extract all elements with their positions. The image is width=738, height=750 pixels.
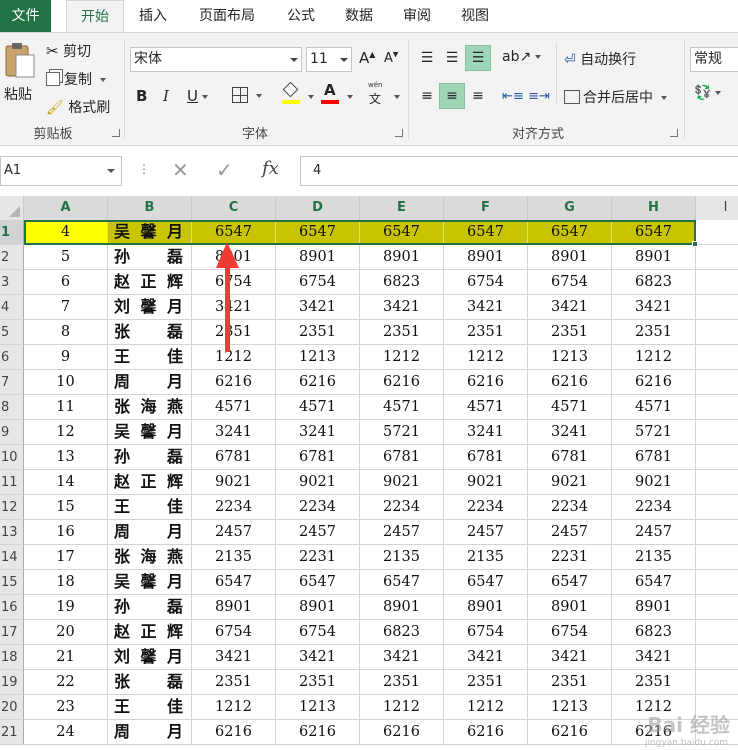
baidu-watermark-url: jingyan.baidu.com: [644, 738, 728, 748]
decrease-font-button[interactable]: A▼: [384, 51, 398, 66]
align-center-button[interactable]: ≡: [439, 83, 465, 109]
decrease-font-icon: A▼: [384, 51, 399, 67]
format-painter-label: 格式刷: [68, 100, 111, 116]
name-box[interactable]: A1: [0, 156, 122, 186]
alignment-launcher[interactable]: [670, 129, 678, 137]
font-color-swatch: [321, 100, 339, 104]
merge-center-button[interactable]: 合并后居中: [564, 87, 667, 107]
paint-bucket-icon: [282, 81, 300, 105]
decrease-indent-button[interactable]: ⇤≡: [500, 83, 526, 109]
paintbrush-icon: 🖌: [46, 100, 64, 116]
group-divider: [124, 39, 125, 139]
font-name-value: 宋体: [134, 51, 162, 67]
tab-home[interactable]: 开始: [66, 0, 124, 33]
ribbon-tab-bar: 文件 开始 插入 页面布局 公式 数据 审阅 视图: [0, 0, 738, 33]
wrap-text-label: 自动换行: [580, 52, 637, 68]
wrap-text-icon: ⏎: [564, 52, 576, 68]
ribbon: 粘贴 ✂ 剪切 复制 🖌 格式刷 剪贴板 宋体 11 A▲ A▼ B I U A: [0, 32, 738, 146]
chevron-down-icon[interactable]: [284, 48, 301, 71]
italic-button[interactable]: I: [163, 87, 169, 105]
scissors-icon: ✂: [46, 42, 59, 60]
paste-icon: [5, 43, 35, 78]
phonetic-button[interactable]: wén 文: [368, 81, 400, 106]
clipboard-launcher[interactable]: [112, 129, 120, 137]
chevron-down-icon[interactable]: [107, 169, 115, 173]
align-center-icon: ≡: [446, 88, 458, 104]
worksheet-grid: ABCDEFGHI 1 4 吴馨月 6547 6547 6547 6547 6547 6547 2…: [0, 196, 738, 750]
font-size-combo[interactable]: 11: [306, 47, 352, 72]
paste-button[interactable]: 粘贴: [2, 39, 38, 111]
arrow-to-selected-row: [216, 242, 239, 352]
baidu-watermark: Bai 经验: [647, 713, 730, 737]
orientation-icon: ab↗: [502, 49, 532, 65]
align-top-button[interactable]: ☰: [414, 45, 440, 71]
align-middle-icon: ☰: [445, 50, 459, 66]
cut-button[interactable]: ✂ 剪切: [46, 41, 91, 61]
insert-function-icon[interactable]: fx: [262, 158, 279, 179]
phonetic-icon: wén 文: [368, 81, 383, 106]
more-dots-icon: ⋮: [138, 162, 150, 176]
align-right-button[interactable]: ≡: [465, 83, 491, 109]
font-group-title: 字体: [241, 127, 268, 142]
merge-cells-icon: [564, 90, 580, 104]
wrap-text-button[interactable]: ⏎ 自动换行: [564, 49, 636, 69]
copy-icon: [46, 72, 60, 86]
formula-bar: A1 ⋮ ✕ ✓ fx 4: [0, 146, 738, 196]
copy-button[interactable]: 复制: [46, 69, 106, 89]
cut-label: 剪切: [63, 44, 92, 60]
chevron-down-icon[interactable]: [334, 48, 351, 71]
number-format-value: 常规: [694, 51, 722, 67]
borders-button[interactable]: [232, 87, 262, 104]
borders-icon: [232, 87, 248, 103]
tab-file[interactable]: 文件: [0, 0, 51, 32]
enter-icon[interactable]: ✓: [216, 158, 233, 182]
align-bottom-button[interactable]: ☰: [465, 45, 491, 71]
alignment-group-title: 对齐方式: [511, 127, 564, 142]
group-divider: [408, 39, 409, 139]
group-divider: [684, 39, 685, 139]
copy-label: 复制: [64, 72, 92, 88]
font-color-icon: A: [321, 81, 339, 105]
font-size-value: 11: [310, 51, 328, 67]
decrease-indent-icon: ⇤≡: [502, 88, 524, 104]
accounting-format-button[interactable]: 💱: [694, 85, 721, 101]
increase-indent-icon: ≡⇥: [528, 88, 550, 104]
align-bottom-icon: ☰: [471, 50, 485, 66]
increase-font-button[interactable]: A▲: [359, 49, 375, 67]
underline-button[interactable]: U: [187, 87, 208, 105]
font-color-button[interactable]: A: [321, 81, 353, 105]
paste-label: 粘贴: [4, 87, 32, 103]
number-format-combo[interactable]: 常规: [690, 47, 738, 72]
tab-page-layout[interactable]: 页面布局: [186, 0, 268, 32]
format-painter-button[interactable]: 🖌 格式刷: [46, 97, 110, 117]
group-divider: [556, 43, 557, 103]
bold-button[interactable]: B: [136, 87, 147, 105]
formula-input[interactable]: 4: [300, 156, 738, 186]
orientation-button[interactable]: ab↗: [502, 49, 541, 65]
tab-data[interactable]: 数据: [334, 0, 384, 32]
align-right-icon: ≡: [472, 88, 484, 104]
font-launcher[interactable]: [395, 129, 403, 137]
clipboard-group-title: 剪贴板: [33, 127, 73, 142]
cancel-icon[interactable]: ✕: [172, 158, 189, 182]
annotation-arrows: [216, 242, 239, 352]
tab-insert[interactable]: 插入: [128, 0, 178, 32]
fill-color-button[interactable]: [282, 81, 314, 105]
increase-font-icon: A▲: [359, 49, 376, 67]
fill-color-swatch: [282, 100, 300, 104]
align-left-icon: ≡: [421, 88, 433, 104]
align-top-icon: ☰: [420, 50, 434, 66]
tab-review[interactable]: 审阅: [392, 0, 442, 32]
tab-formulas[interactable]: 公式: [276, 0, 326, 32]
name-box-value: A1: [4, 163, 22, 178]
merge-center-label: 合并后居中: [583, 90, 653, 106]
increase-indent-button[interactable]: ≡⇥: [526, 83, 552, 109]
formula-value: 4: [313, 163, 322, 178]
tab-view[interactable]: 视图: [450, 0, 500, 32]
font-name-combo[interactable]: 宋体: [130, 47, 302, 72]
align-left-button[interactable]: ≡: [414, 83, 440, 109]
currency-icon: 💱: [694, 85, 712, 101]
align-middle-button[interactable]: ☰: [439, 45, 465, 71]
